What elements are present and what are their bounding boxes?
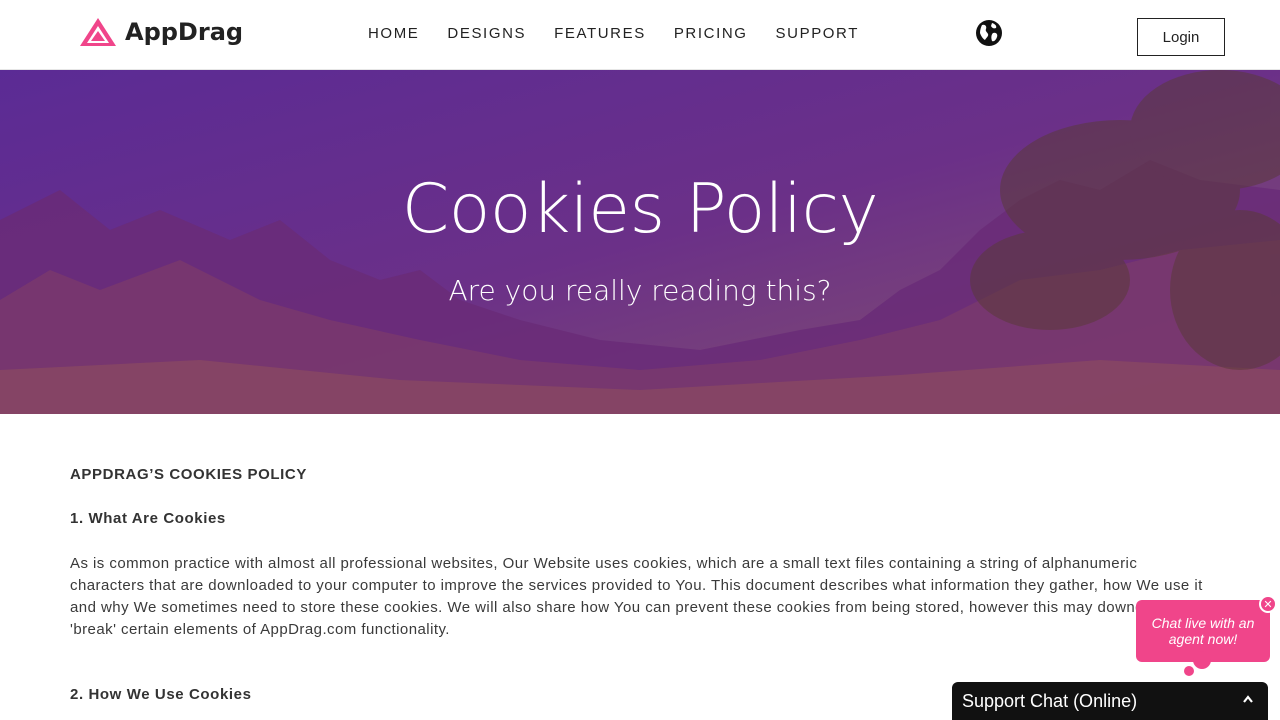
logo[interactable]: AppDrag	[79, 16, 243, 48]
login-button[interactable]: Login	[1137, 18, 1225, 56]
policy-heading: APPDRAG’S COOKIES POLICY	[70, 466, 307, 483]
logo-text: AppDrag	[125, 18, 244, 46]
main-nav: HOME DESIGNS FEATURES PRICING SUPPORT	[368, 24, 887, 44]
nav-support[interactable]: SUPPORT	[776, 24, 859, 44]
nav-pricing[interactable]: PRICING	[674, 24, 748, 44]
page-subtitle: Are you really reading this?	[448, 274, 832, 307]
chevron-up-icon[interactable]	[1242, 694, 1254, 704]
chat-close-icon[interactable]: ✕	[1259, 595, 1277, 613]
section-heading-what-are-cookies: 1. What Are Cookies	[70, 510, 226, 527]
hero-banner: Cookies Policy Are you really reading th…	[0, 70, 1280, 414]
page-title: Cookies Policy	[401, 170, 879, 249]
logo-triangle-icon	[80, 18, 116, 46]
support-chat-bar[interactable]: Support Chat (Online)	[952, 682, 1268, 720]
globe-icon[interactable]	[975, 19, 1003, 47]
nav-home[interactable]: HOME	[368, 24, 419, 44]
site-header: AppDrag HOME DESIGNS FEATURES PRICING SU…	[0, 0, 1280, 70]
support-chat-label: Support Chat (Online)	[962, 690, 1138, 711]
nav-designs[interactable]: DESIGNS	[447, 24, 526, 44]
chat-bubble-dot	[1193, 651, 1211, 669]
nav-features[interactable]: FEATURES	[554, 24, 646, 44]
section-paragraph: As is common practice with almost all pr…	[70, 555, 1203, 638]
chat-bubble-dot-small	[1184, 666, 1194, 676]
section-heading-how-we-use-cookies: 2. How We Use Cookies	[70, 686, 252, 703]
